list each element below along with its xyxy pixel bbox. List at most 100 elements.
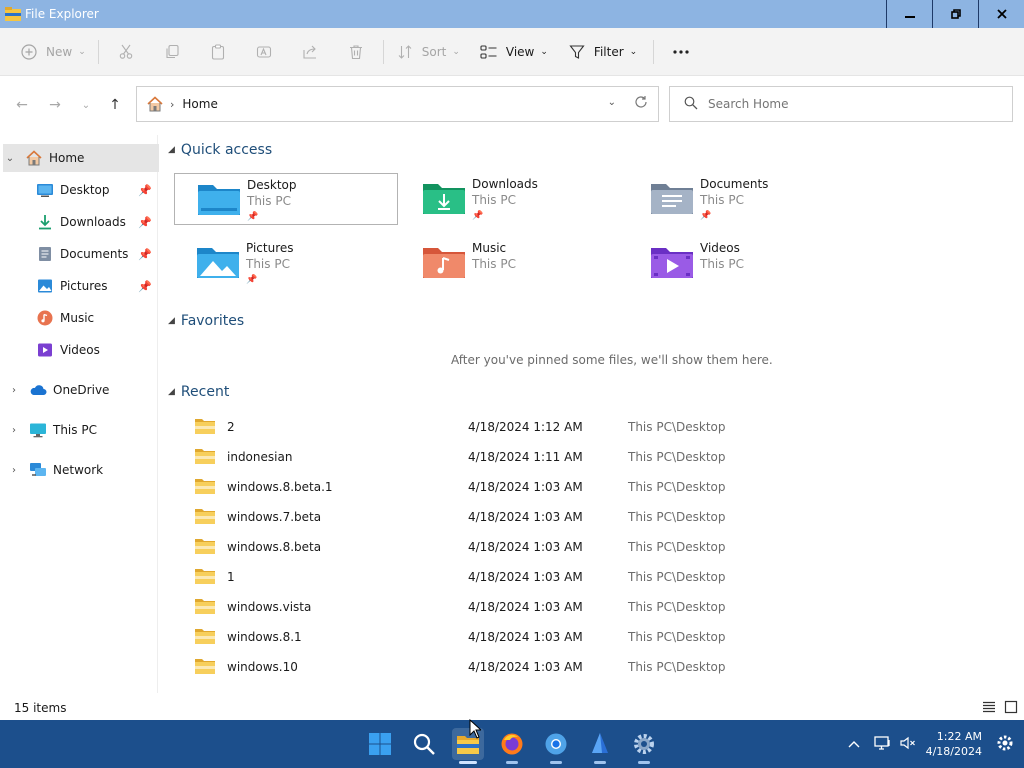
chevron-right-icon[interactable]: › <box>7 425 21 436</box>
chevron-down-icon[interactable]: ⌄ <box>3 153 17 164</box>
sidebar-item-onedrive[interactable]: › OneDrive <box>7 376 157 404</box>
pin-icon[interactable]: 📌 <box>138 280 152 293</box>
address-dropdown-icon[interactable]: ⌄ <box>608 97 616 108</box>
network-status-icon[interactable] <box>873 735 892 754</box>
recent-row[interactable]: windows.vista 4/18/2024 1:03 AM This PC\De… <box>160 592 1020 622</box>
collapse-triangle-icon: ◢ <box>168 145 175 155</box>
address-bar[interactable]: › Home ⌄ <box>136 86 659 122</box>
recent-name: 1 <box>227 570 235 584</box>
more-options-button[interactable] <box>658 36 704 68</box>
show-hidden-icons-chevron-icon[interactable] <box>848 737 860 751</box>
restore-icon <box>950 9 961 19</box>
quick-access-tile-downloads[interactable]: Downloads This PC 📌 <box>402 173 626 225</box>
details-view-icon[interactable] <box>982 700 996 717</box>
copy-button[interactable] <box>149 36 195 68</box>
running-indicator <box>594 761 606 764</box>
sidebar-item-documents[interactable]: Documents 📌 <box>36 240 156 268</box>
sidebar-item-network[interactable]: › Network <box>7 456 157 484</box>
tile-name: Videos <box>700 241 740 255</box>
home-icon <box>25 149 43 167</box>
pin-icon[interactable]: 📌 <box>138 248 152 261</box>
up-button[interactable]: ↑ <box>104 94 126 116</box>
arrow-right-icon: → <box>49 97 61 113</box>
pictures-folder-icon <box>196 243 240 283</box>
sidebar-item-pictures[interactable]: Pictures 📌 <box>36 272 156 300</box>
restore-button[interactable] <box>932 0 978 28</box>
recent-row[interactable]: windows.10 4/18/2024 1:03 AM This PC\Deskt… <box>160 652 1020 682</box>
quick-access-tile-videos[interactable]: Videos This PC <box>630 237 854 289</box>
taskbar-app[interactable] <box>584 728 616 764</box>
close-button[interactable] <box>978 0 1024 28</box>
recent-date: 4/18/2024 1:03 AM <box>468 570 583 584</box>
recent-name: windows.8.beta.1 <box>227 480 333 494</box>
taskbar-search-button[interactable] <box>408 728 440 760</box>
tile-name: Documents <box>700 177 769 191</box>
rename-button[interactable] <box>241 36 287 68</box>
search-box[interactable] <box>669 86 1013 122</box>
minimize-button[interactable] <box>886 0 932 28</box>
sidebar-item-this-pc[interactable]: › This PC <box>7 416 157 444</box>
sidebar-item-videos[interactable]: Videos <box>36 336 156 364</box>
taskbar-settings[interactable] <box>628 728 660 764</box>
recent-location: This PC\Desktop <box>628 450 726 464</box>
more-icon <box>672 43 690 61</box>
favorites-header[interactable]: ◢ Favorites <box>168 313 244 329</box>
tile-name: Pictures <box>246 241 294 255</box>
close-icon <box>996 9 1007 19</box>
sidebar-item-downloads[interactable]: Downloads 📌 <box>36 208 156 236</box>
quick-access-header[interactable]: ◢ Quick access <box>168 142 272 158</box>
volume-muted-icon[interactable] <box>899 735 916 754</box>
view-button[interactable]: View ⌄ <box>472 36 560 68</box>
back-button[interactable]: ← <box>11 94 33 116</box>
quick-access-tile-pictures[interactable]: Pictures This PC 📌 <box>174 237 398 289</box>
recent-row[interactable]: 1 4/18/2024 1:03 AM This PC\Desktop <box>160 562 1020 592</box>
recent-locations-button[interactable]: ⌄ <box>75 94 97 116</box>
recent-name: windows.7.beta <box>227 510 322 524</box>
recent-date: 4/18/2024 1:03 AM <box>468 540 583 554</box>
recent-location: This PC\Desktop <box>628 420 726 434</box>
recent-row[interactable]: indonesian 4/18/2024 1:11 AM This PC\Deskt… <box>160 442 1020 472</box>
clipboard-icon <box>209 43 227 61</box>
filter-button[interactable]: Filter ⌄ <box>560 36 649 68</box>
clock[interactable]: 1:22 AM 4/18/2024 <box>926 729 982 759</box>
quick-access-tile-documents[interactable]: Documents This PC 📌 <box>630 173 854 225</box>
chevron-right-icon[interactable]: › <box>7 465 21 476</box>
share-button[interactable] <box>287 36 333 68</box>
rename-icon <box>255 43 273 61</box>
recent-row[interactable]: windows.8.beta.1 4/18/2024 1:03 AM This PC… <box>160 472 1020 502</box>
recent-row[interactable]: 2 4/18/2024 1:12 AM This PC\Desktop <box>160 412 1020 442</box>
copy-icon <box>163 43 181 61</box>
pin-icon[interactable]: 📌 <box>138 216 152 229</box>
sidebar-item-desktop[interactable]: Desktop 📌 <box>36 176 156 204</box>
title-bar[interactable]: File Explorer <box>0 0 1024 28</box>
sidebar-item-music[interactable]: Music <box>36 304 156 332</box>
taskbar-chrome[interactable] <box>540 728 572 764</box>
tile-name: Desktop <box>247 178 297 192</box>
taskbar: 1:22 AM 4/18/2024 <box>0 720 1024 768</box>
refresh-icon[interactable] <box>634 95 648 112</box>
sidebar-item-home[interactable]: ⌄ Home <box>3 144 159 172</box>
paste-button[interactable] <box>195 36 241 68</box>
quick-access-tile-desktop[interactable]: Desktop This PC 📌 <box>174 173 398 225</box>
delete-button[interactable] <box>333 36 379 68</box>
breadcrumb-home[interactable]: Home <box>182 97 217 111</box>
tiles-view-icon[interactable] <box>1004 700 1018 717</box>
search-input[interactable] <box>708 97 988 111</box>
new-button[interactable]: New ⌄ <box>12 36 94 68</box>
chevron-right-icon[interactable]: › <box>7 385 21 396</box>
notification-settings-icon[interactable] <box>996 734 1014 755</box>
sort-button[interactable]: Sort ⌄ <box>388 36 472 68</box>
pin-icon: 📌 <box>700 211 712 221</box>
recent-row[interactable]: windows.7.beta 4/18/2024 1:03 AM This PC\D… <box>160 502 1020 532</box>
cut-button[interactable] <box>103 36 149 68</box>
recent-row[interactable]: windows.8.1 4/18/2024 1:03 AM This PC\Desk… <box>160 622 1020 652</box>
start-button[interactable] <box>364 728 396 760</box>
recent-header[interactable]: ◢ Recent <box>168 384 229 400</box>
recent-row[interactable]: windows.8.beta 4/18/2024 1:03 AM This PC\D… <box>160 532 1020 562</box>
recent-date: 4/18/2024 1:03 AM <box>468 630 583 644</box>
pin-icon[interactable]: 📌 <box>138 184 152 197</box>
taskbar-firefox[interactable] <box>496 728 528 764</box>
quick-access-tile-music[interactable]: Music This PC <box>402 237 626 289</box>
forward-button[interactable]: → <box>44 94 66 116</box>
recent-date: 4/18/2024 1:12 AM <box>468 420 583 434</box>
